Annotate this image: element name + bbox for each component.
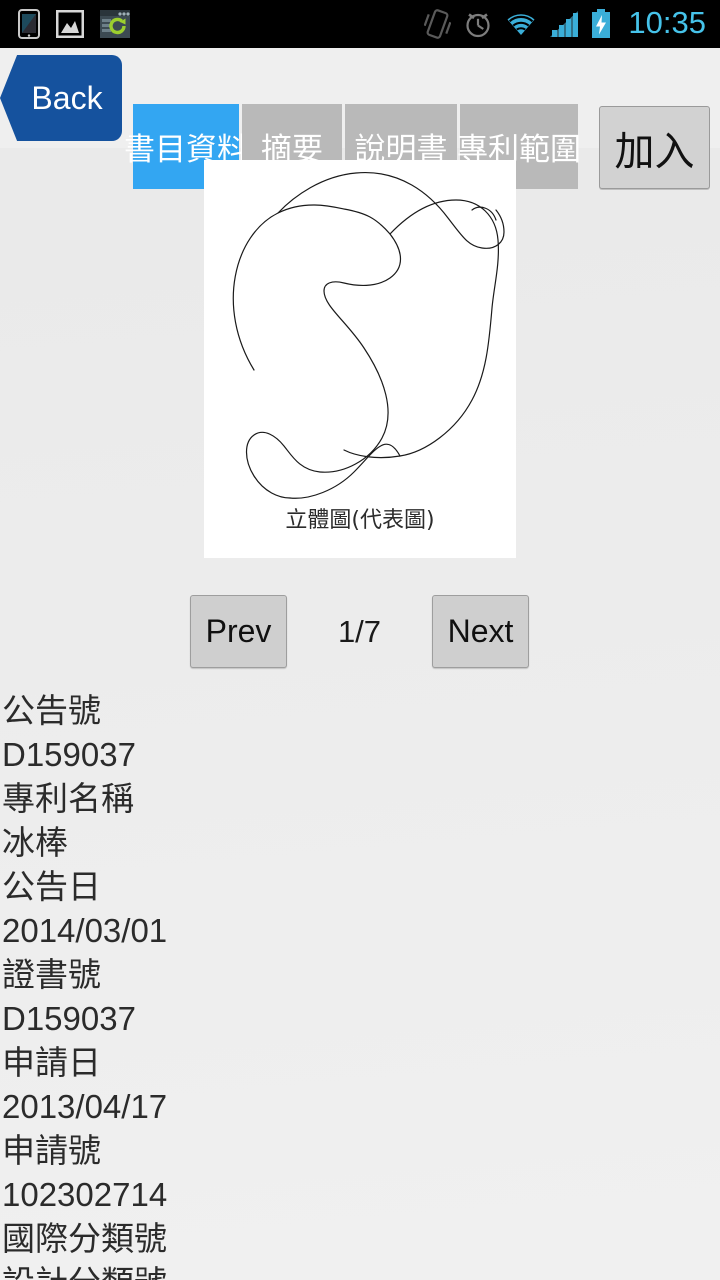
- alarm-clock-icon: [464, 9, 492, 39]
- wifi-icon: [505, 11, 537, 37]
- status-bar-clock: 10:35: [628, 5, 706, 40]
- field-label: 國際分類號: [2, 1219, 167, 1258]
- back-button-label: Back: [31, 79, 103, 116]
- add-button-label: 加入: [614, 129, 695, 174]
- cellular-signal-icon: [550, 11, 579, 37]
- patent-detail-list: 公告號 D159037 專利名稱 冰棒 公告日 2014/03/01 證書號 D…: [0, 689, 720, 1280]
- page-counter: 1/7: [337, 613, 382, 649]
- sync-app-icon: [100, 10, 130, 38]
- field-label: 證書號: [2, 955, 101, 994]
- battery-charging-icon: [591, 9, 611, 39]
- field-label: 申請號: [2, 1131, 101, 1170]
- field-label: 專利名稱: [2, 779, 134, 818]
- next-button[interactable]: Next: [432, 595, 529, 668]
- vibrate-icon: [424, 9, 452, 39]
- back-button[interactable]: Back: [0, 55, 122, 141]
- device-phone-icon: [18, 9, 40, 39]
- prev-button[interactable]: Prev: [190, 595, 287, 668]
- field-label: 公告號: [2, 691, 101, 730]
- image-gallery-icon: [55, 9, 85, 39]
- navigation-bar: Back 書目資料 摘要 說明書 專利範圍 加入: [0, 48, 720, 189]
- field-label: 公告日: [2, 867, 101, 906]
- status-bar-notifications: [18, 9, 130, 39]
- field-value: D159037: [2, 736, 136, 773]
- patent-drawing-3d-view: [232, 172, 505, 499]
- field-value: D159037: [2, 1000, 136, 1037]
- prev-button-label: Prev: [205, 613, 272, 649]
- figure-caption: 立體圖(代表圖): [285, 508, 435, 533]
- patent-detail-screen: 10:35 Back 書目資料 摘要 說明書 專利範圍 加入 立體圖(代表圖) …: [0, 0, 720, 1280]
- status-bar: 10:35: [0, 0, 720, 48]
- status-bar-system-icons: 10:35: [424, 5, 706, 43]
- field-label: 設計分類號: [2, 1261, 720, 1280]
- field-label: 申請日: [2, 1043, 101, 1082]
- figure-pager: Prev 1/7 Next: [0, 595, 720, 671]
- patent-figure-panel[interactable]: 立體圖(代表圖): [204, 160, 516, 558]
- add-to-list-button[interactable]: 加入: [599, 106, 710, 189]
- field-value: 冰棒: [2, 824, 68, 861]
- field-value: 2014/03/01: [2, 912, 168, 949]
- field-value: 102302714: [2, 1176, 168, 1213]
- next-button-label: Next: [447, 613, 514, 649]
- field-value: 2013/04/17: [2, 1088, 168, 1125]
